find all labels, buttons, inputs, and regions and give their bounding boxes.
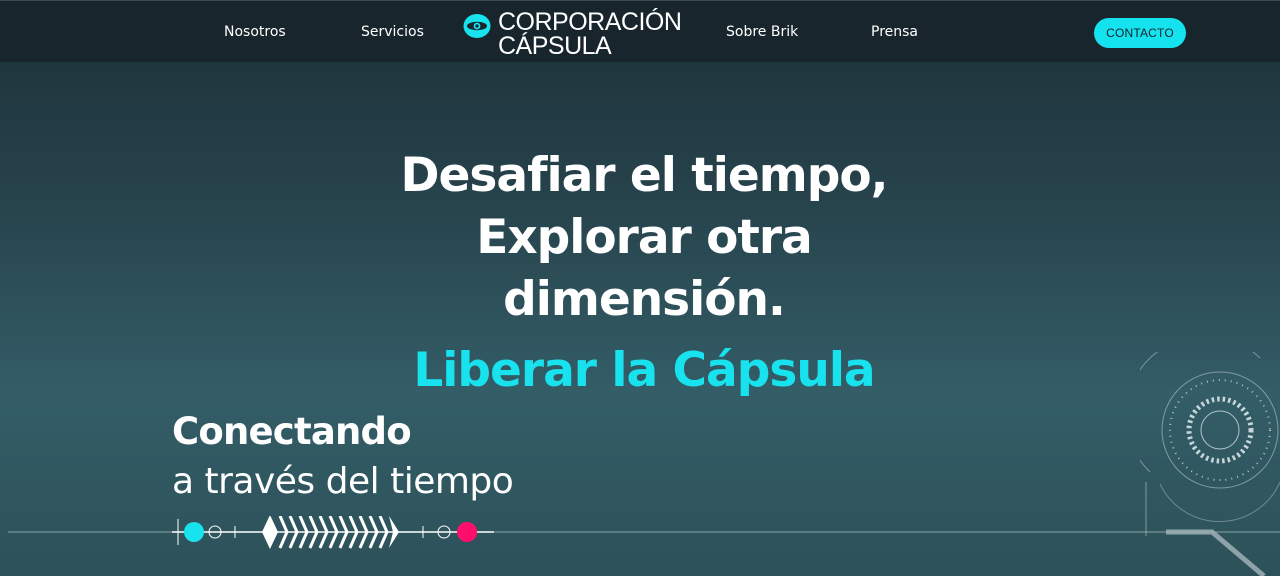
logo-text-line-2: CÁPSULA bbox=[498, 32, 612, 60]
hero-headline-line-3: dimensión. bbox=[503, 272, 786, 327]
contact-button[interactable]: CONTACTO bbox=[1094, 18, 1186, 48]
section-subtitle: a través del tiempo bbox=[172, 461, 514, 502]
section-title: Conectando bbox=[172, 410, 412, 453]
nav-link-prensa[interactable]: Prensa bbox=[871, 23, 918, 41]
timeline-decoration bbox=[8, 516, 1280, 549]
circular-graphic-decoration bbox=[1140, 352, 1280, 576]
site-logo[interactable]: CORPORACIÓN CÁPSULA bbox=[462, 9, 682, 60]
hero-headline-line-1: Desafiar el tiempo, bbox=[400, 148, 889, 203]
top-navigation-bar: Nosotros Servicios CORPORACIÓN CÁPSULA S… bbox=[0, 0, 1280, 62]
hero-headline-line-2: Explorar otra bbox=[476, 210, 813, 265]
nav-link-nosotros[interactable]: Nosotros bbox=[224, 23, 286, 41]
eye-icon bbox=[463, 14, 491, 38]
nav-link-sobre-brik[interactable]: Sobre Brik bbox=[726, 23, 798, 41]
liberar-capsula-link[interactable]: Liberar la Cápsula bbox=[0, 343, 1280, 399]
timeline-cyan-dot bbox=[184, 522, 204, 542]
timeline-magenta-dot bbox=[457, 522, 477, 542]
nav-link-servicios[interactable]: Servicios bbox=[361, 23, 424, 41]
